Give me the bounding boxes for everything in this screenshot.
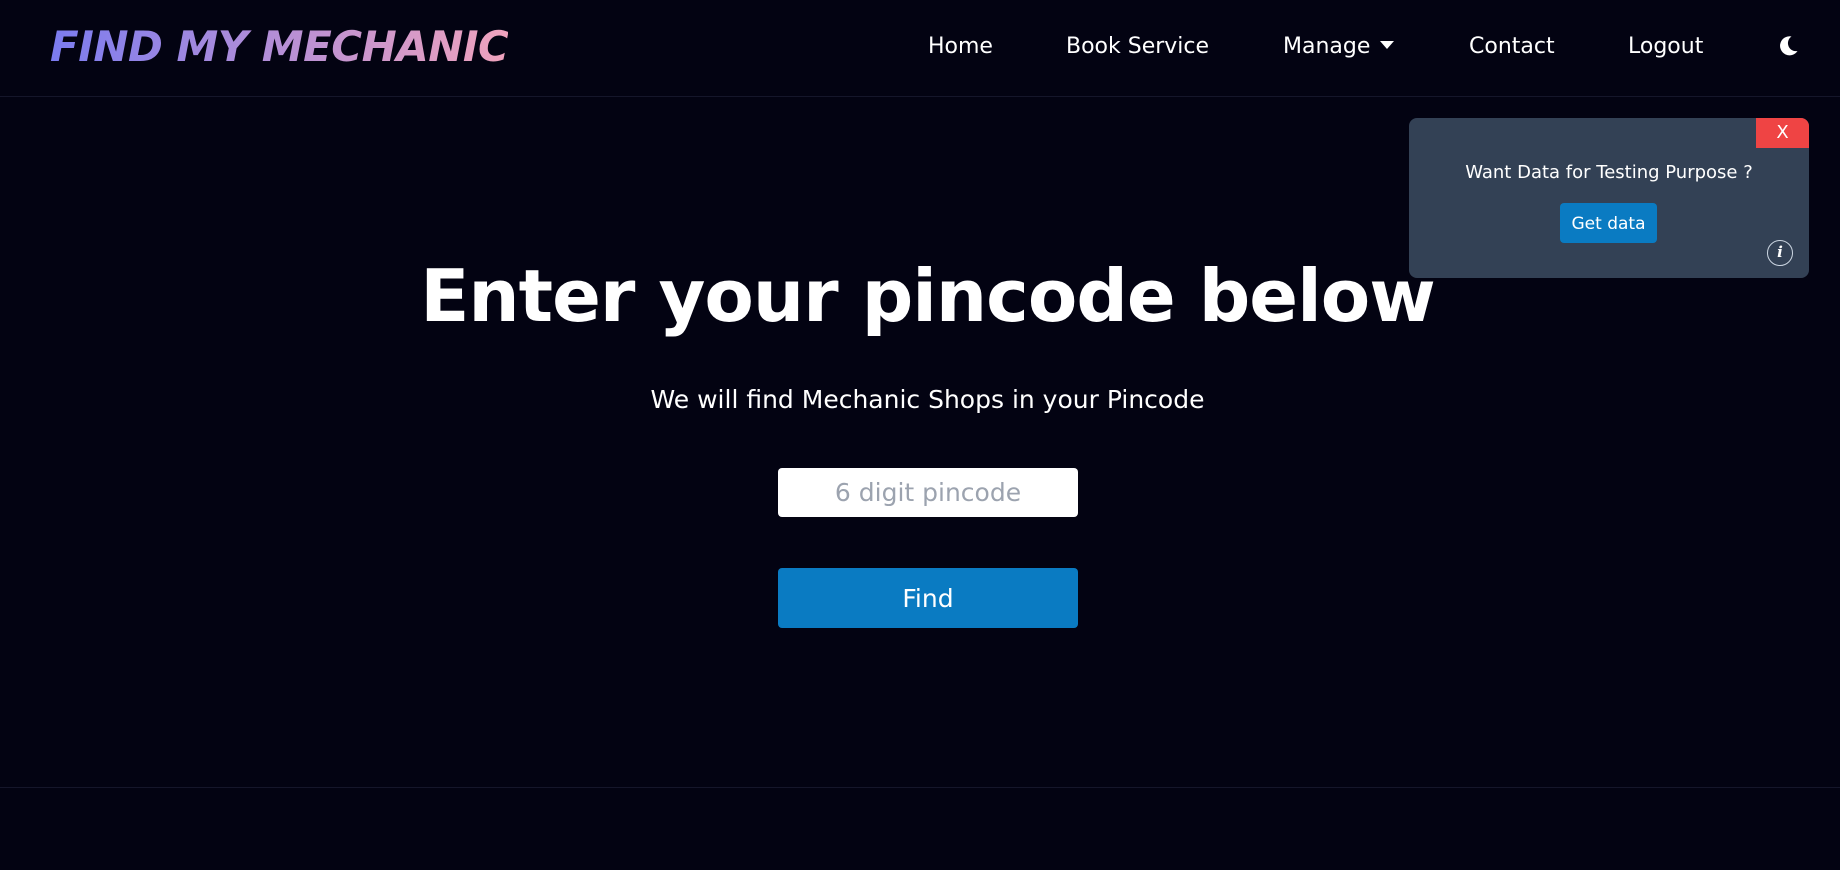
find-button[interactable]: Find (778, 568, 1078, 628)
page-subtitle: We will find Mechanic Shops in your Pinc… (650, 385, 1205, 414)
site-logo[interactable]: FIND MY MECHANIC (50, 21, 509, 73)
popup-close-button[interactable]: X (1756, 118, 1809, 148)
pincode-input[interactable] (778, 468, 1078, 517)
nav-home-link[interactable]: Home (928, 33, 993, 61)
get-data-button[interactable]: Get data (1560, 203, 1657, 243)
popup-message: Want Data for Testing Purpose ? (1465, 162, 1753, 183)
nav-manage-label: Manage (1283, 34, 1371, 59)
theme-toggle-button[interactable] (1776, 34, 1800, 58)
page-title: Enter your pincode below (420, 254, 1436, 338)
footer-divider (0, 787, 1840, 788)
navbar: FIND MY MECHANIC Home Book Service Manag… (0, 0, 1840, 97)
nav-book-service-link[interactable]: Book Service (1066, 33, 1209, 61)
nav-logout-link[interactable]: Logout (1628, 33, 1703, 61)
nav-contact-link[interactable]: Contact (1469, 33, 1555, 61)
chevron-down-icon (1380, 41, 1395, 49)
nav-manage-dropdown[interactable]: Manage (1283, 33, 1395, 61)
moon-icon (1780, 36, 1798, 56)
